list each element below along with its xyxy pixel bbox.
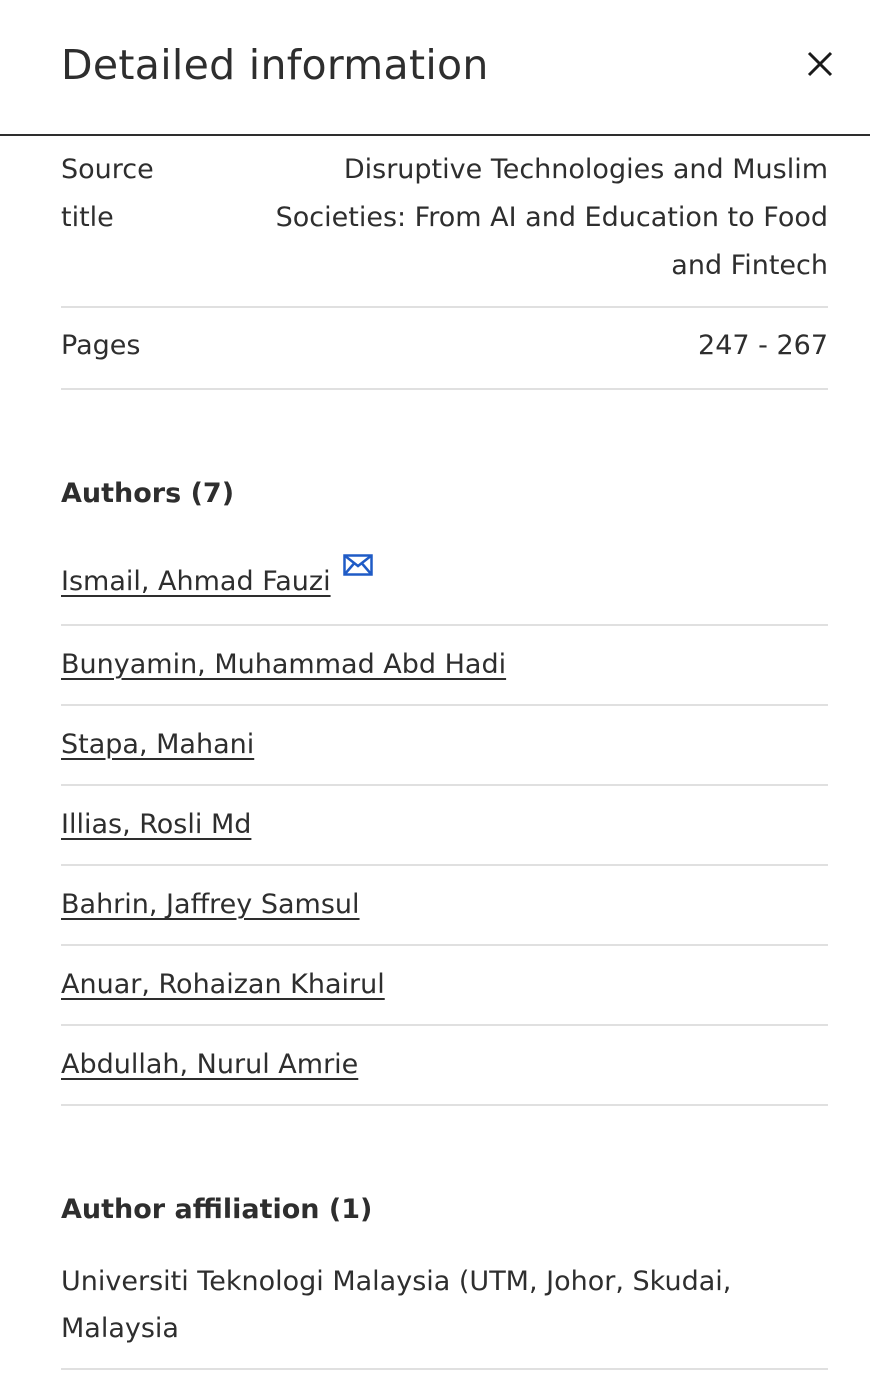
author-link[interactable]: Stapa, Mahani [61, 725, 254, 765]
pages-row: Pages 247 - 267 [61, 308, 828, 390]
source-title-row: Source title Disruptive Technologies and… [61, 136, 828, 308]
list-item: Bunyamin, Muhammad Abd Hadi [61, 626, 828, 706]
author-link[interactable]: Illias, Rosli Md [61, 805, 251, 845]
list-item: Stapa, Mahani [61, 706, 828, 786]
author-link[interactable]: Ismail, Ahmad Fauzi [61, 562, 331, 602]
panel-content: Source title Disruptive Technologies and… [61, 136, 828, 1370]
close-icon [807, 51, 833, 77]
authors-heading: Authors (7) [61, 478, 235, 509]
list-item: Abdullah, Nurul Amrie [61, 1026, 828, 1106]
author-link[interactable]: Bunyamin, Muhammad Abd Hadi [61, 645, 506, 685]
pages-label: Pages [61, 330, 141, 361]
list-item: Illias, Rosli Md [61, 786, 828, 866]
affiliation-text: Universiti Teknologi Malaysia (UTM, Joho… [61, 1258, 828, 1370]
list-item: Ismail, Ahmad Fauzi [61, 542, 828, 626]
pages-value: 247 - 267 [698, 330, 828, 361]
author-link[interactable]: Abdullah, Nurul Amrie [61, 1045, 358, 1085]
author-link[interactable]: Anuar, Rohaizan Khairul [61, 965, 385, 1005]
author-link[interactable]: Bahrin, Jaffrey Samsul [61, 885, 360, 925]
source-title-value: Disruptive Technologies and Muslim Socie… [275, 154, 828, 281]
envelope-icon[interactable] [342, 554, 373, 580]
list-item: Bahrin, Jaffrey Samsul [61, 866, 828, 946]
source-title-label: Source title [61, 154, 154, 233]
authors-list: Ismail, Ahmad Fauzi Bunyamin, Muhammad A… [61, 542, 828, 1106]
close-button[interactable] [798, 42, 842, 86]
affiliation-heading: Author affiliation (1) [61, 1194, 373, 1225]
panel-title: Detailed information [61, 41, 489, 89]
list-item: Anuar, Rohaizan Khairul [61, 946, 828, 1026]
panel-header: Detailed information [0, 0, 870, 136]
